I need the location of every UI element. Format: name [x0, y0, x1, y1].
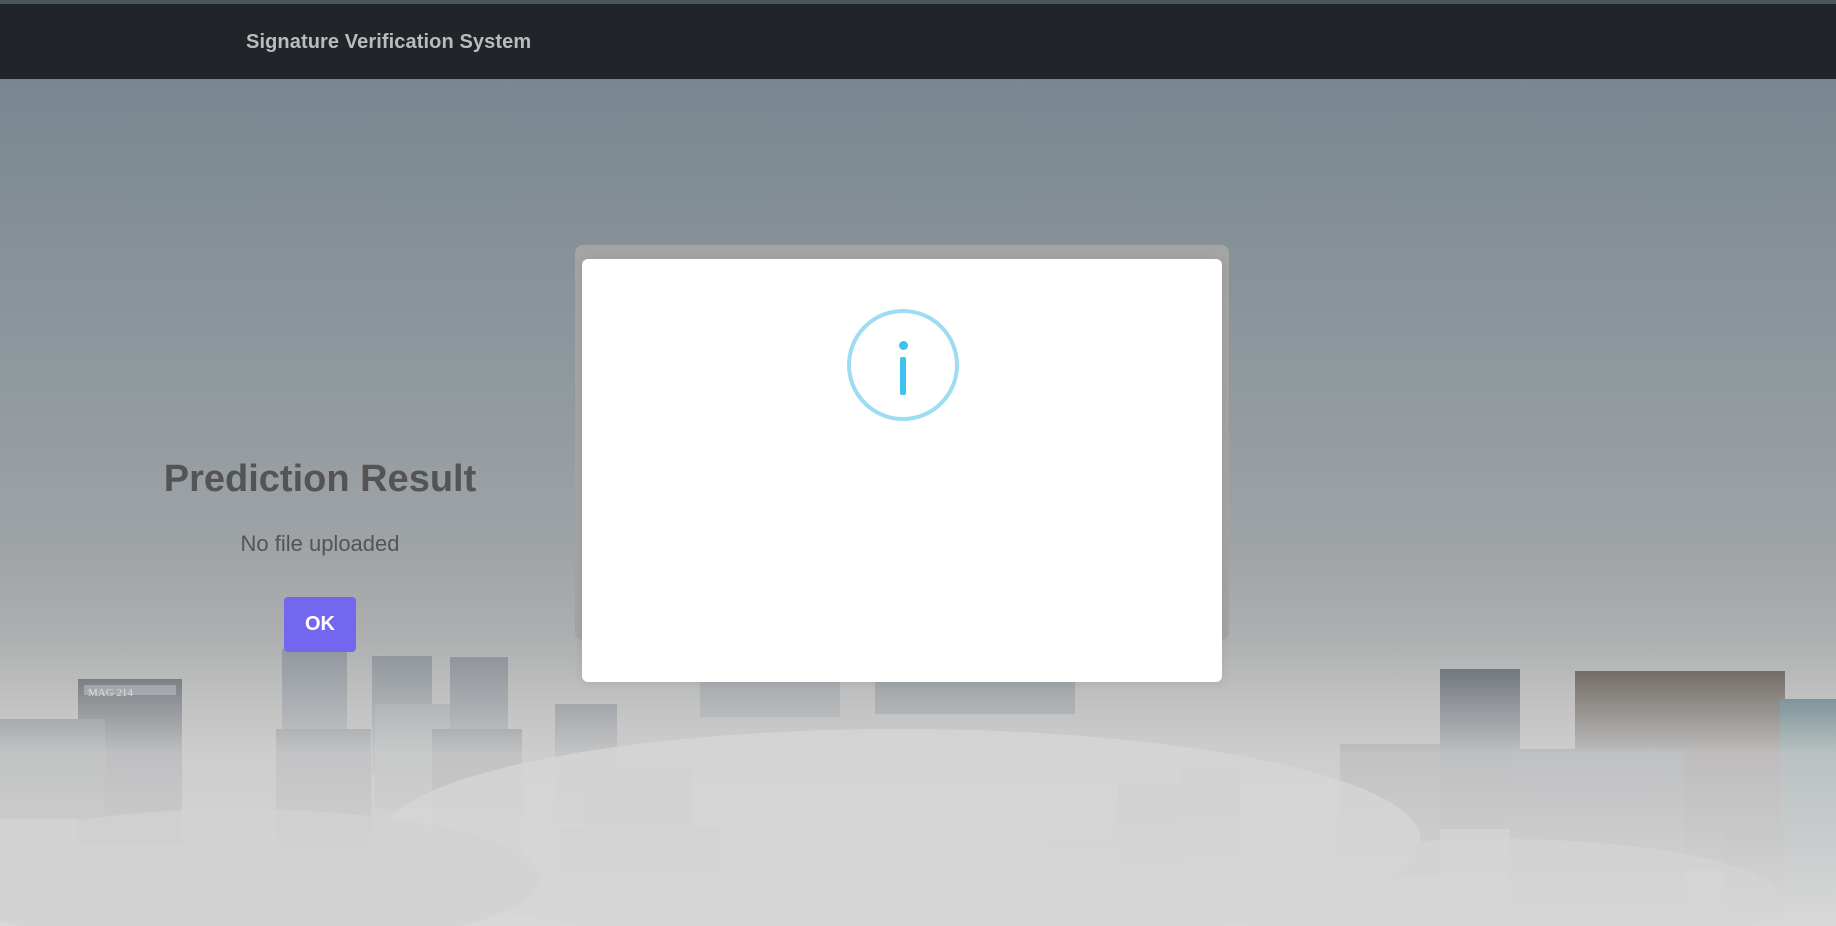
alert-dialog: [582, 259, 1222, 682]
ok-button[interactable]: OK: [284, 597, 356, 652]
page: Signature Verification System MAG 214: [0, 0, 1836, 926]
navbar-brand[interactable]: Signature Verification System: [246, 31, 531, 54]
info-icon-dot: [899, 341, 908, 350]
dialog-title: Prediction Result: [163, 458, 477, 500]
navbar: Signature Verification System: [0, 4, 1836, 79]
info-icon: [847, 309, 959, 421]
info-icon-bar: [900, 357, 906, 395]
dialog-message: No file uploaded: [240, 531, 400, 556]
